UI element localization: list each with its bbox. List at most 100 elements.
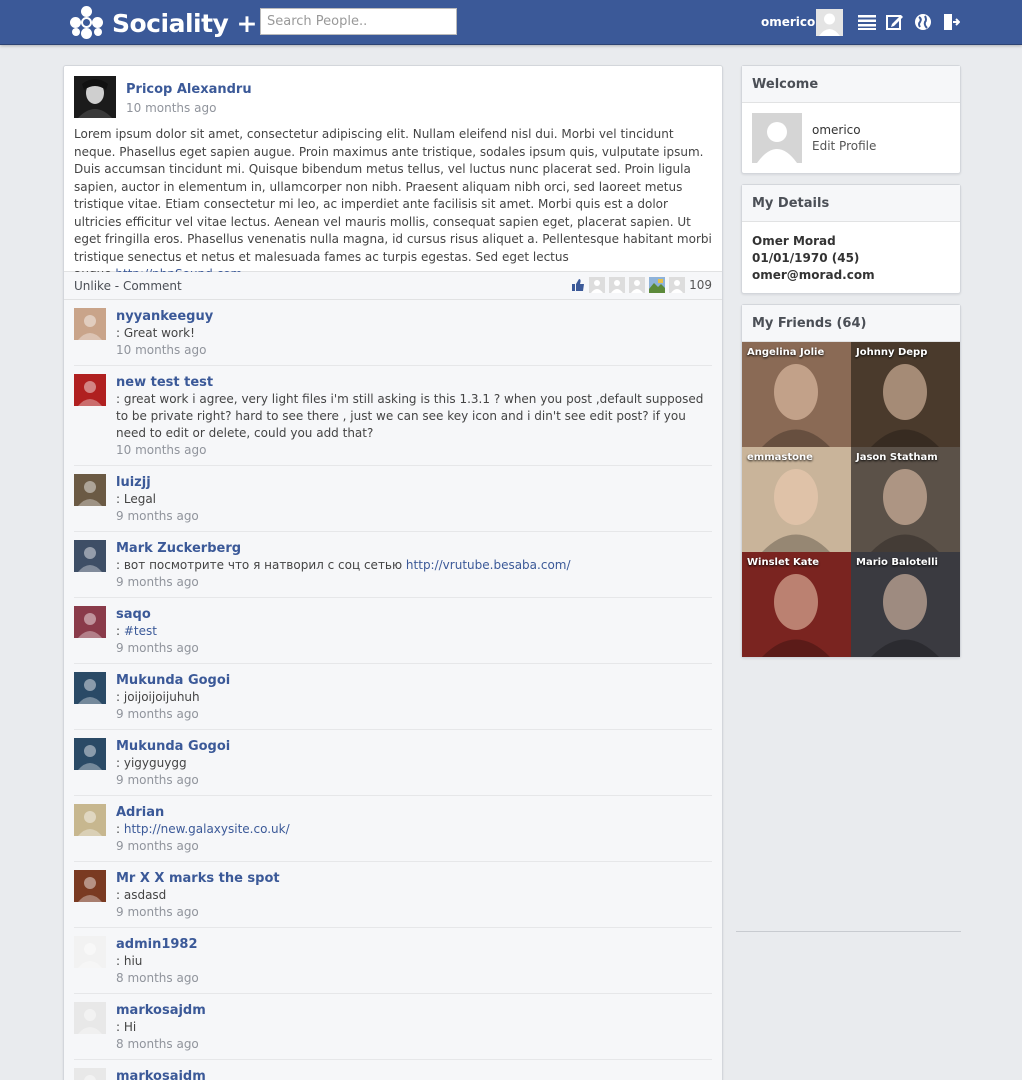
edit-profile-link[interactable]: Edit Profile: [812, 138, 876, 154]
post-body: Lorem ipsum dolor sit amet, consectetur …: [74, 126, 712, 284]
commenter-name[interactable]: luizjj: [116, 474, 706, 491]
thumbs-up-icon: [572, 279, 585, 291]
liker-avatar[interactable]: [629, 277, 646, 293]
comments-list: nyyankeeguy: Great work! 10 months ago new…: [64, 300, 722, 1080]
comment-text-wrap: : вот посмотрите что я натворил с соц се…: [116, 557, 706, 574]
comment-time: 8 months ago: [116, 1037, 199, 1051]
comment-link[interactable]: http://new.galaxysite.co.uk/: [124, 822, 290, 836]
comment-text-wrap: : Hi: [116, 1019, 706, 1036]
logout-icon[interactable]: [941, 12, 961, 32]
commenter-name[interactable]: markosajdm: [116, 1002, 706, 1019]
compose-icon[interactable]: [885, 12, 905, 32]
commenter-avatar[interactable]: [74, 474, 106, 506]
comment-text-wrap: : http://new.galaxysite.co.uk/: [116, 821, 706, 838]
comment-time: 9 months ago: [116, 773, 199, 787]
comment-text: : hiu: [116, 954, 143, 968]
commenter-name[interactable]: markosajdm: [116, 1068, 706, 1080]
comment-time: 9 months ago: [116, 707, 199, 721]
commenter-avatar[interactable]: [74, 936, 106, 968]
list-icon[interactable]: [857, 12, 877, 32]
commenter-name[interactable]: admin1982: [116, 936, 706, 953]
header-username[interactable]: omerico: [761, 15, 815, 29]
friend-name: Jason Statham: [856, 452, 938, 463]
comment-item: Mark Zuckerberg: вот посмотрите что я на…: [74, 532, 712, 598]
commenter-avatar[interactable]: [74, 738, 106, 770]
commenter-avatar[interactable]: [74, 870, 106, 902]
friend-tile[interactable]: emmastone: [742, 447, 851, 552]
search-input[interactable]: [260, 8, 457, 35]
comment-time: 9 months ago: [116, 509, 199, 523]
commenter-avatar[interactable]: [74, 308, 106, 340]
unlike-button[interactable]: Unlike: [74, 279, 111, 293]
commenter-avatar[interactable]: [74, 1002, 106, 1034]
friend-tile[interactable]: Jason Statham: [851, 447, 960, 552]
commenter-avatar[interactable]: [74, 804, 106, 836]
commenter-avatar[interactable]: [74, 540, 106, 572]
commenter-name[interactable]: Adrian: [116, 804, 706, 821]
commenter-name[interactable]: nyyankeeguy: [116, 308, 706, 325]
comment-text-wrap: : joijoijoijuhuh: [116, 689, 706, 706]
comment-time: 10 months ago: [116, 343, 207, 357]
comment-text: : Legal: [116, 492, 157, 506]
comment-text: : yigyguygg: [116, 756, 187, 770]
friends-title: My Friends (64): [742, 305, 960, 342]
welcome-username: omerico: [812, 123, 861, 137]
commenter-name[interactable]: Mark Zuckerberg: [116, 540, 706, 557]
friend-name: Mario Balotelli: [856, 557, 938, 568]
header-avatar[interactable]: [816, 9, 843, 36]
commenter-avatar[interactable]: [74, 374, 106, 406]
commenter-avatar[interactable]: [74, 1068, 106, 1080]
comment-time: 9 months ago: [116, 839, 199, 853]
comment-item: new test test: great work i agree, very …: [74, 366, 712, 466]
comment-text-wrap: : Legal: [116, 491, 706, 508]
commenter-name[interactable]: Mukunda Gogoi: [116, 672, 706, 689]
my-friends-card: My Friends (64) Angelina Jolie Johnny Dep…: [741, 304, 961, 658]
liker-avatar[interactable]: [669, 277, 686, 293]
comment-item: Mr X X marks the spot: asdasd 9 months ag…: [74, 862, 712, 928]
friend-name: Johnny Depp: [856, 347, 928, 358]
liker-avatar[interactable]: [589, 277, 606, 293]
globe-icon[interactable]: [913, 12, 933, 32]
top-navbar: Sociality + omerico: [0, 0, 1022, 45]
comment-link[interactable]: #test: [124, 624, 157, 638]
comment-item: luizjj: Legal 9 months ago: [74, 466, 712, 532]
comment-item: nyyankeeguy: Great work! 10 months ago: [74, 300, 712, 366]
commenter-avatar[interactable]: [74, 672, 106, 704]
post-author-name[interactable]: Pricop Alexandru: [126, 82, 252, 97]
comment-text: : joijoijoijuhuh: [116, 690, 200, 704]
friend-tile[interactable]: Johnny Depp: [851, 342, 960, 447]
commenter-name[interactable]: Mr X X marks the spot: [116, 870, 706, 887]
friend-name: emmastone: [747, 452, 813, 463]
commenter-avatar[interactable]: [74, 606, 106, 638]
friend-tile[interactable]: Winslet Kate: [742, 552, 851, 657]
comment-item: markosajdm: Hi8 months ago: [74, 1060, 712, 1080]
post-author-avatar[interactable]: [74, 76, 116, 118]
comment-time: 10 months ago: [116, 443, 207, 457]
commenter-name[interactable]: saqo: [116, 606, 706, 623]
comment-item: Mukunda Gogoi: yigyguygg 9 months ago: [74, 730, 712, 796]
comment-button[interactable]: Comment: [123, 279, 182, 293]
likes-summary[interactable]: 109: [571, 277, 712, 293]
liker-avatar[interactable]: [649, 277, 666, 293]
post-actions-bar: Unlike - Comment 109: [64, 272, 722, 300]
comment-item: Mukunda Gogoi: joijoijoijuhuh 9 months ag…: [74, 664, 712, 730]
post-card: Pricop Alexandru 10 months ago Lorem ips…: [63, 65, 723, 1080]
friends-grid: Angelina Jolie Johnny Depp emmastone Jason …: [742, 342, 960, 657]
comment-time: 8 months ago: [116, 971, 199, 985]
friend-tile[interactable]: Mario Balotelli: [851, 552, 960, 657]
comment-link[interactable]: http://vrutube.besaba.com/: [406, 558, 571, 572]
commenter-name[interactable]: Mukunda Gogoi: [116, 738, 706, 755]
logo-text: Sociality +: [112, 8, 257, 38]
comment-text: :: [116, 624, 124, 638]
comment-text: : asdasd: [116, 888, 167, 902]
liker-avatar[interactable]: [609, 277, 626, 293]
welcome-title: Welcome: [742, 66, 960, 103]
comment-text: : вот посмотрите что я натворил с соц се…: [116, 558, 406, 572]
logo[interactable]: Sociality +: [70, 5, 257, 41]
profile-avatar[interactable]: [752, 113, 802, 163]
friend-tile[interactable]: Angelina Jolie: [742, 342, 851, 447]
friend-name: Angelina Jolie: [747, 347, 825, 358]
like-count: 109: [689, 278, 712, 292]
commenter-name[interactable]: new test test: [116, 374, 706, 391]
comment-text: :: [116, 822, 124, 836]
